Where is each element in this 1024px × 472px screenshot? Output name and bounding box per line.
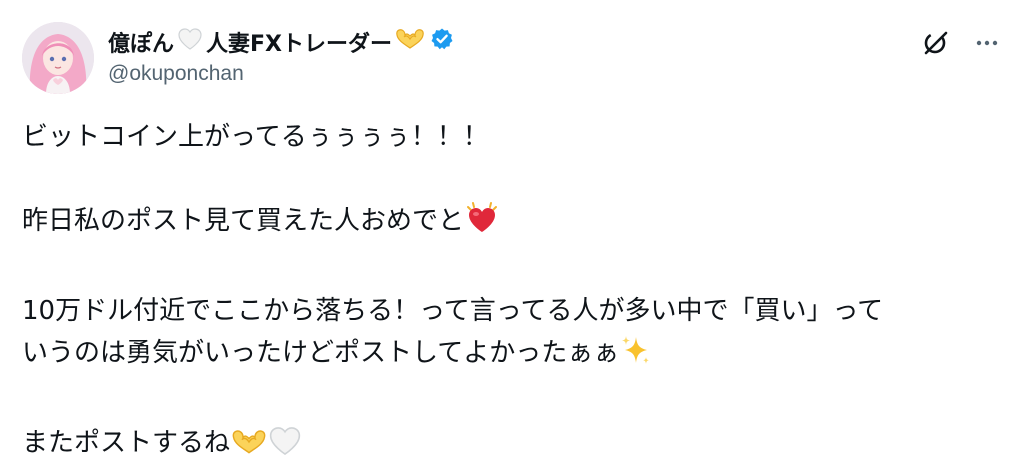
post-line-1: ビットコイン上がってるぅぅぅぅ！！！ [22,122,489,152]
post-line-5-row: またポストするね [22,422,1004,470]
post-line-2-row: 昨日私のポスト見て買えた人おめでと [22,200,1004,248]
white-heart-icon [268,425,302,470]
heart-hands-icon [394,27,426,57]
display-name-part2: 人妻FXトレーダー [206,32,393,57]
post-header: 億ぽん 人妻FXトレーダー @okuponchan [22,22,1002,98]
more-icon[interactable] [972,28,1002,58]
sparkles-icon [619,333,653,380]
avatar[interactable] [22,22,94,94]
post-actions [920,28,1002,58]
display-name-part1: 億ぽん [108,32,175,57]
post-line-2: 昨日私のポスト見て買えた人おめでと [22,206,465,236]
post-line-4-row: いうのは勇気がいったけどポストしてよかったぁぁ [22,332,1004,380]
verified-badge-icon[interactable] [430,27,454,57]
display-name[interactable]: 億ぽん 人妻FXトレーダー [108,26,454,58]
white-heart-icon [177,27,203,57]
heart-hands-icon [230,427,268,470]
post-line-4: いうのは勇気がいったけどポストしてよかったぁぁ [22,338,620,368]
post-line-3: 10万ドル付近でここから落ちる！って言ってる人が多い中で「買い」って [22,296,884,326]
post-line-5: またポストするね [22,428,231,458]
avatar-icon [22,22,94,94]
beating-heart-icon [464,201,500,248]
post-text: ビットコイン上がってるぅぅぅぅ！！！ 昨日私のポスト見て買えた人おめでと 10万… [22,116,1004,470]
author-names: 億ぽん 人妻FXトレーダー @okuponchan [108,26,454,86]
author-handle[interactable]: @okuponchan [108,62,454,86]
grok-icon[interactable] [920,28,950,58]
